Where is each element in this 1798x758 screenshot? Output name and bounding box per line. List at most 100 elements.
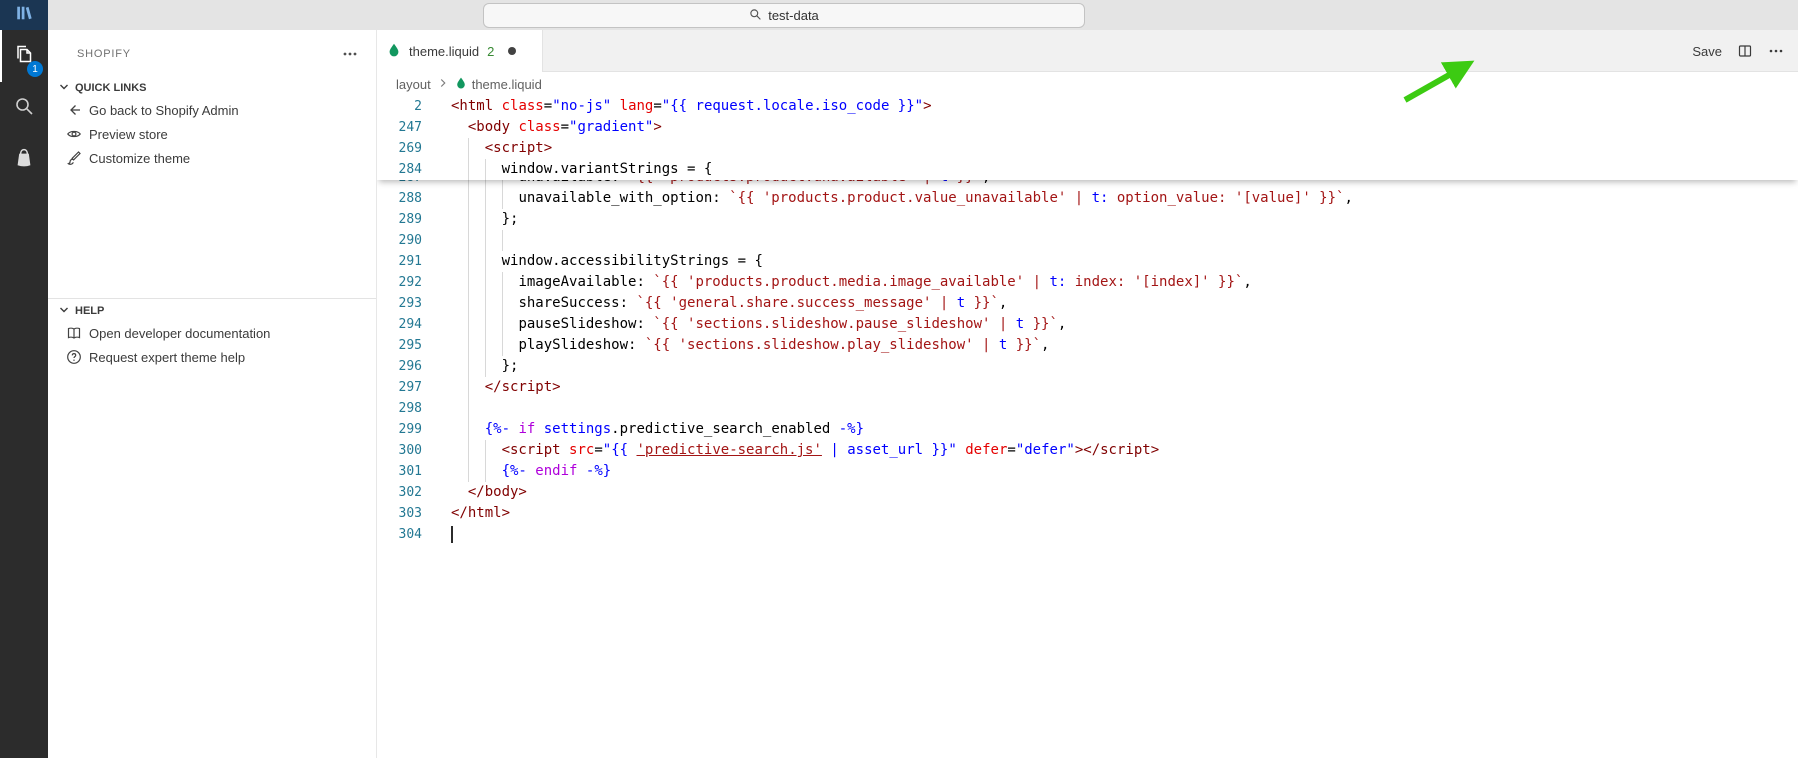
- sidebar-item-open-developer-documentation[interactable]: Open developer documentation: [48, 321, 376, 345]
- liquid-file-icon: [387, 43, 401, 60]
- line-number: 297: [398, 380, 422, 395]
- line-number: 294: [398, 317, 422, 332]
- line-number: 293: [398, 296, 422, 311]
- code-line-290[interactable]: 290: [377, 230, 1798, 251]
- indent-guide: [484, 209, 486, 230]
- indent-guide: [484, 335, 486, 356]
- workspace-name: test-data: [768, 8, 819, 23]
- code-line-292[interactable]: 292 imageAvailable: `{{ 'products.product…: [377, 272, 1798, 293]
- section-label: QUICK LINKS: [75, 82, 147, 94]
- sidebar: SHOPIFY QUICK LINKS Go back to Shopify A…: [48, 30, 377, 758]
- line-number: 304: [398, 527, 422, 542]
- indent-guide: [484, 159, 486, 180]
- help-section: HELP Open developer documentation Reques…: [48, 298, 376, 369]
- section-quick-links[interactable]: QUICK LINKS: [48, 78, 376, 98]
- more-actions-button[interactable]: [1768, 43, 1784, 59]
- line-number: 2: [414, 99, 422, 114]
- code-line-291[interactable]: 291 window.accessibilityStrings = {: [377, 251, 1798, 272]
- activity-explorer-button[interactable]: 1: [0, 30, 48, 82]
- sidebar-item-label: Customize theme: [89, 150, 191, 166]
- book-icon: [66, 325, 82, 341]
- chevron-down-icon: [56, 79, 72, 98]
- code-line-284[interactable]: 284 window.variantStrings = {: [377, 159, 1798, 180]
- sidebar-title: SHOPIFY: [77, 48, 131, 60]
- tab-theme-liquid[interactable]: theme.liquid 2: [377, 30, 543, 72]
- editor-pane: theme.liquid 2 Save layout theme.liquid …: [377, 30, 1798, 758]
- indent-guide: [467, 314, 469, 335]
- activity-shopify-button[interactable]: [0, 134, 48, 186]
- line-number: 289: [398, 212, 422, 227]
- code-editor[interactable]: 287unavailable: `{{ 'products.product.un…: [377, 96, 1798, 758]
- code-line-247[interactable]: 247 <body class="gradient">: [377, 117, 1798, 138]
- code-line-302[interactable]: 302 </body>: [377, 482, 1798, 503]
- indent-guide: [467, 251, 469, 272]
- indent-guide: [467, 230, 469, 251]
- indent-guide: [484, 251, 486, 272]
- line-number: 284: [398, 162, 422, 177]
- save-button[interactable]: Save: [1692, 44, 1722, 59]
- split-editor-button[interactable]: [1737, 43, 1753, 59]
- indent-guide: [467, 398, 469, 419]
- editor-actions: Save: [1692, 30, 1784, 72]
- code-line-304[interactable]: 304: [377, 524, 1798, 545]
- sidebar-item-request-expert-theme-help[interactable]: Request expert theme help: [48, 345, 376, 369]
- code-line-2[interactable]: 2 <html class="no-js" lang="{{ request.lo…: [377, 96, 1798, 117]
- code-line-303[interactable]: 303 </html>: [377, 503, 1798, 524]
- line-number: 296: [398, 359, 422, 374]
- breadcrumb-file[interactable]: theme.liquid: [472, 77, 542, 92]
- tab-label: theme.liquid: [409, 43, 480, 59]
- line-number: 299: [398, 422, 422, 437]
- line-number: 302: [398, 485, 422, 500]
- sidebar-more-actions-button[interactable]: [342, 46, 358, 67]
- code-line-288[interactable]: 288 unavailable_with_option: `{{ 'product…: [377, 188, 1798, 209]
- code-line-297[interactable]: 297 </script>: [377, 377, 1798, 398]
- question-icon: [66, 349, 82, 365]
- section-help[interactable]: HELP: [48, 301, 376, 321]
- tab-bar: theme.liquid 2 Save: [377, 30, 1798, 72]
- line-number: 295: [398, 338, 422, 353]
- code-line-296[interactable]: 296};: [377, 356, 1798, 377]
- code-line-294[interactable]: 294 pauseSlideshow: `{{ 'sections.slidesh…: [377, 314, 1798, 335]
- code-lines: 287unavailable: `{{ 'products.product.un…: [377, 167, 1798, 545]
- activity-search-button[interactable]: [0, 82, 48, 134]
- indent-guide: [467, 293, 469, 314]
- sidebar-item-go-back-to-shopify-admin[interactable]: Go back to Shopify Admin: [48, 98, 376, 122]
- sidebar-item-label: Go back to Shopify Admin: [89, 102, 239, 118]
- chevron-right-icon: [436, 76, 450, 93]
- text-cursor: [451, 526, 453, 543]
- code-line-269[interactable]: 269 <script>: [377, 138, 1798, 159]
- liquid-file-icon: [455, 77, 467, 92]
- shopify-bag-icon: [12, 146, 36, 175]
- code-line-298[interactable]: 298: [377, 398, 1798, 419]
- indent-guide: [484, 293, 486, 314]
- code-line-295[interactable]: 295 playSlideshow: `{{ 'sections.slidesho…: [377, 335, 1798, 356]
- section-label: HELP: [75, 305, 105, 317]
- code-line-293[interactable]: 293 shareSuccess: `{{ 'general.share.succ…: [377, 293, 1798, 314]
- code-line-300[interactable]: 300 <script src="{{ 'predictive-search.js…: [377, 440, 1798, 461]
- command-center-search[interactable]: test-data: [483, 3, 1085, 28]
- indent-guide: [467, 461, 469, 482]
- breadcrumb-folder[interactable]: layout: [396, 77, 431, 92]
- line-number: 269: [398, 141, 422, 156]
- code-line-299[interactable]: 299 {%- if settings.predictive_search_ena…: [377, 419, 1798, 440]
- chevron-down-icon: [56, 302, 72, 321]
- explorer-badge: 1: [27, 61, 43, 77]
- eye-icon: [66, 126, 82, 142]
- paintbrush-icon: [66, 150, 82, 166]
- indent-guide: [484, 440, 486, 461]
- code-line-289[interactable]: 289};: [377, 209, 1798, 230]
- indent-guide: [501, 293, 503, 314]
- indent-guide: [467, 377, 469, 398]
- line-number: 290: [398, 233, 422, 248]
- code-line-301[interactable]: 301 {%- endif -%}: [377, 461, 1798, 482]
- indent-guide: [484, 356, 486, 377]
- sidebar-item-customize-theme[interactable]: Customize theme: [48, 146, 376, 170]
- indent-guide: [467, 138, 469, 159]
- sticky-scroll[interactable]: 2 <html class="no-js" lang="{{ request.lo…: [377, 96, 1798, 180]
- indent-guide: [467, 440, 469, 461]
- unsaved-changes-dot[interactable]: [508, 47, 517, 55]
- indent-guide: [501, 272, 503, 293]
- indent-guide: [484, 188, 486, 209]
- sidebar-item-preview-store[interactable]: Preview store: [48, 122, 376, 146]
- indent-guide: [467, 209, 469, 230]
